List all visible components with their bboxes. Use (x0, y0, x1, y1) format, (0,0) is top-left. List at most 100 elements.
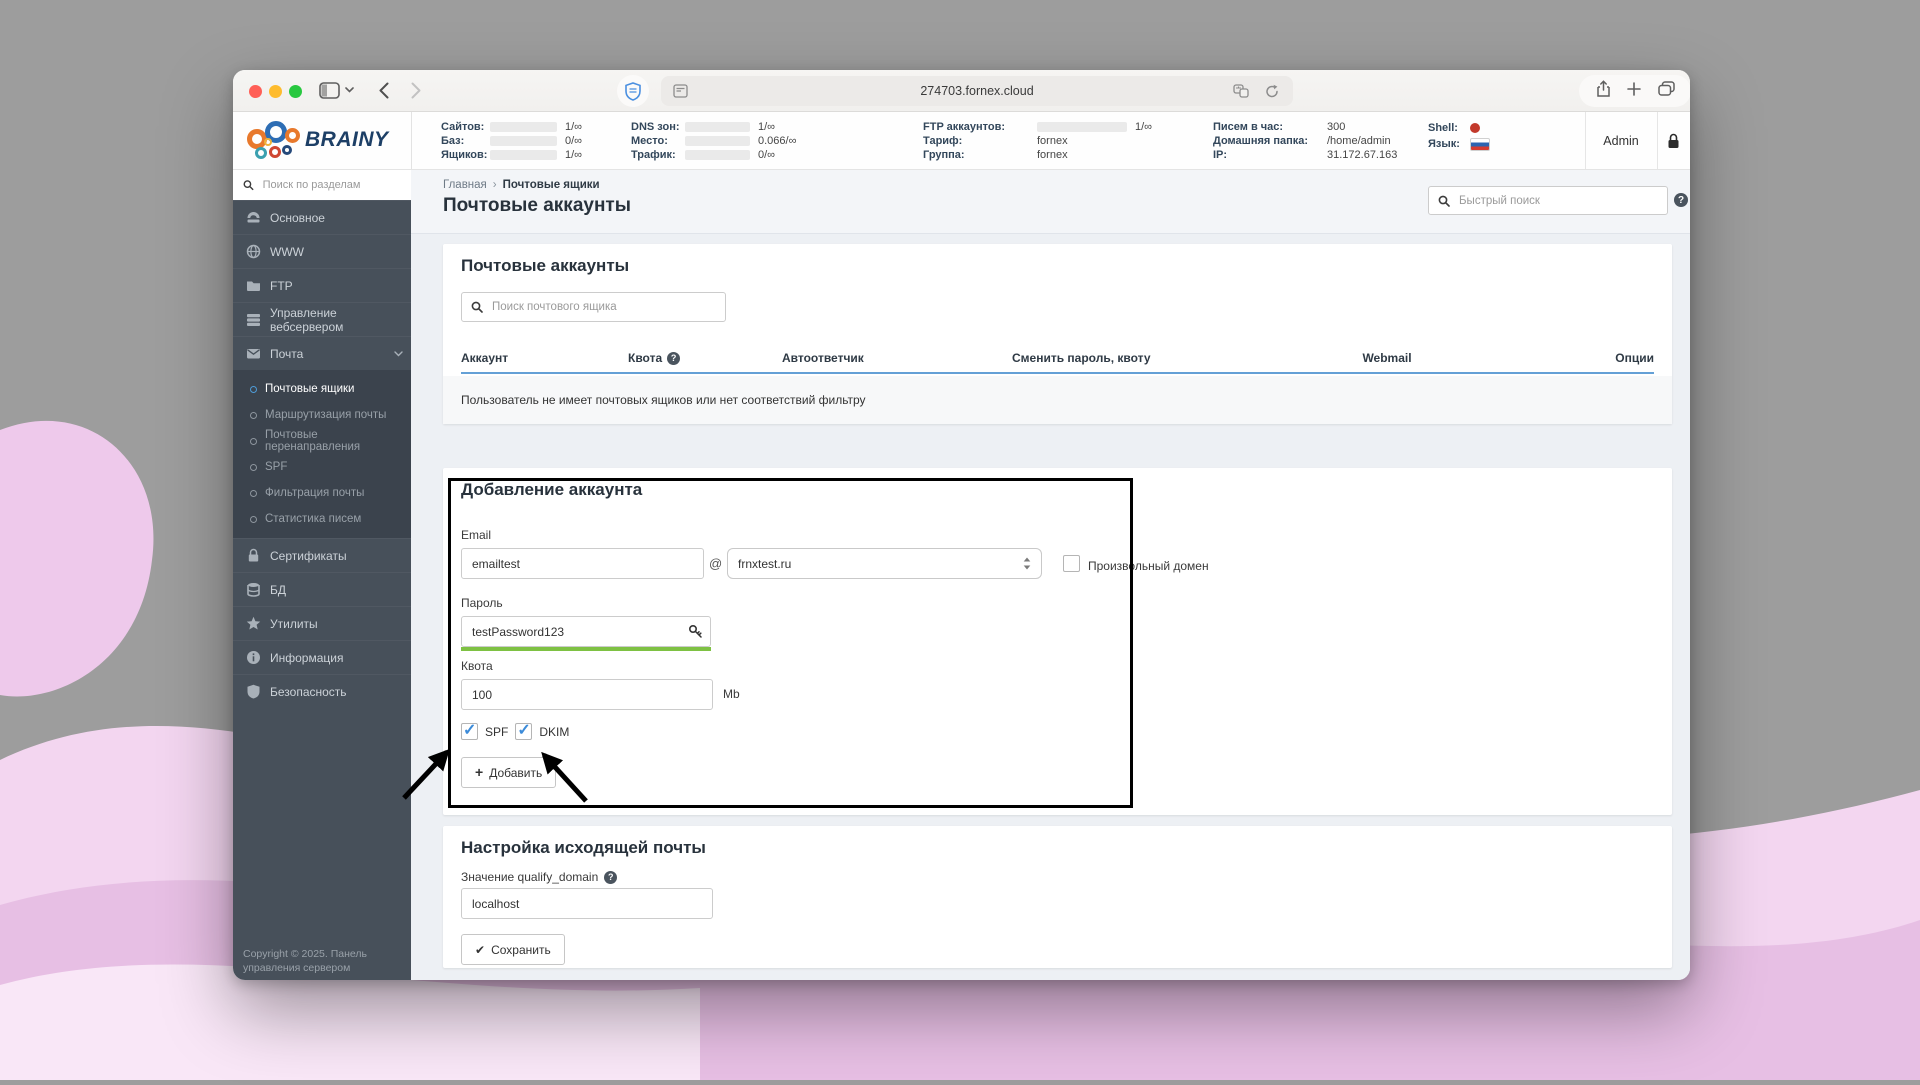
dkim-checkbox[interactable] (515, 720, 533, 740)
search-icon (243, 180, 254, 191)
sidebar-subitem-mail-routing[interactable]: Маршрутизация почты (233, 402, 411, 428)
sidebar-search[interactable] (233, 170, 411, 200)
column-header-account: Аккаунт (461, 351, 509, 365)
domain-select[interactable]: frnxtest.ru (727, 548, 1042, 579)
qualify-domain-field[interactable] (461, 888, 713, 919)
sidebar-item-www[interactable]: WWW (233, 234, 411, 268)
stat-label: Группа: (923, 149, 965, 161)
sidebar-subitem-mailboxes[interactable]: Почтовые ящики (233, 376, 411, 402)
reload-icon[interactable] (1265, 84, 1279, 104)
sidebar-nav: Основное WWW FTP Управление вебсервером … (233, 170, 411, 980)
stat-label: Ящиков: (441, 149, 488, 161)
share-icon[interactable] (1596, 79, 1611, 103)
sidebar-item-ftp[interactable]: FTP (233, 268, 411, 302)
back-button[interactable] (379, 82, 389, 99)
user-menu[interactable]: Admin (1585, 112, 1657, 169)
stat-label: FTP аккаунтов: (923, 121, 1006, 133)
custom-domain-checkbox[interactable] (1063, 555, 1080, 572)
save-button[interactable]: Сохранить (461, 934, 565, 965)
privacy-shield-icon[interactable] (617, 75, 649, 107)
quota-field[interactable] (461, 679, 713, 710)
stat-label: IP: (1213, 149, 1228, 161)
stat-label: Язык: (1428, 138, 1460, 150)
lock-icon (248, 548, 259, 562)
password-field[interactable] (461, 616, 711, 647)
stat-label: Домашняя папка: (1213, 135, 1309, 147)
email-label: Email (461, 528, 492, 542)
usage-bar (490, 122, 557, 132)
divider (1657, 112, 1658, 169)
logo-gear-red (269, 146, 281, 158)
sidebar-toggle-icon[interactable] (319, 82, 340, 99)
generate-password-key-icon[interactable] (688, 624, 703, 644)
stat-value: 1/∞ (758, 121, 776, 133)
close-window-button[interactable] (249, 85, 262, 98)
sidebar-item-webserver[interactable]: Управление вебсервером (233, 302, 411, 336)
shield-icon (247, 684, 260, 699)
logo-gear-navy (282, 145, 292, 155)
quick-search[interactable] (1428, 186, 1668, 215)
sidebar-subitem-mail-filtering[interactable]: Фильтрация почты (233, 480, 411, 506)
quick-search-input[interactable] (1457, 193, 1658, 208)
forward-button[interactable] (411, 82, 421, 99)
add-account-card: Добавление аккаунта Email @ frnxtest.ru … (443, 468, 1672, 815)
sidebar-item-certificates[interactable]: Сертификаты (233, 538, 411, 572)
chevron-down-icon[interactable] (345, 87, 354, 93)
plus-icon (475, 765, 483, 780)
stats-column-mail: Писем в час: 300 Домашняя папка: /home/adm… (1213, 120, 1397, 162)
help-icon[interactable] (1674, 193, 1688, 207)
sidebar-subitem-spf[interactable]: SPF (233, 454, 411, 480)
translate-icon[interactable] (1233, 84, 1249, 103)
bullet-icon (250, 463, 257, 471)
sidebar-item-utilities[interactable]: Утилиты (233, 606, 411, 640)
logout-lock-icon[interactable] (1667, 133, 1680, 154)
browser-window: 274703.fornex.cloud BRAINY Сайтов: 1/∞ Б… (233, 70, 1690, 980)
sidebar-subitem-label: Почтовые ящики (265, 383, 355, 395)
sidebar-item-main[interactable]: Основное (233, 200, 411, 234)
russian-flag-icon[interactable] (1470, 137, 1490, 151)
minimize-window-button[interactable] (269, 85, 282, 98)
brainy-logo[interactable]: BRAINY (247, 119, 407, 163)
stat-value: 1/∞ (565, 121, 583, 133)
account-stats-header: BRAINY Сайтов: 1/∞ Баз: 0/∞ Ящиков: 1/∞ DNS… (233, 112, 1690, 170)
breadcrumb-home-link[interactable]: Главная (443, 179, 487, 191)
stat-label: Сайтов: (441, 121, 485, 133)
help-icon[interactable] (667, 351, 681, 365)
sidebar-item-security[interactable]: Безопасность (233, 674, 411, 708)
sidebar-subitem-mail-forwarding[interactable]: Почтовые перенаправления (233, 428, 411, 454)
chevron-down-icon (394, 350, 403, 356)
mailbox-search-input[interactable] (490, 300, 716, 314)
domain-select-value: frnxtest.ru (738, 556, 792, 571)
mailbox-search[interactable] (461, 292, 726, 322)
select-stepper-icon (1023, 557, 1031, 570)
dkim-label: DKIM (539, 724, 570, 739)
sidebar-subitem-mail-statistics[interactable]: Статистика писем (233, 506, 411, 532)
qualify-domain-label: Значение qualify_domain (461, 870, 599, 884)
sidebar-item-label: Основное (270, 210, 325, 225)
tab-overview-icon[interactable] (1657, 81, 1675, 101)
new-tab-icon[interactable] (1627, 81, 1641, 101)
usage-bar (1037, 122, 1127, 132)
sidebar-search-input[interactable] (260, 178, 401, 192)
zoom-window-button[interactable] (289, 85, 302, 98)
stat-label: Место: (631, 135, 668, 147)
logo-gear-teal (255, 147, 267, 159)
help-icon[interactable] (604, 870, 618, 884)
add-account-button[interactable]: Добавить (461, 757, 557, 788)
email-field[interactable] (461, 548, 704, 579)
breadcrumb-current: Почтовые ящики (502, 179, 600, 191)
stat-value: 1/∞ (565, 149, 583, 161)
column-header-webmail: Webmail (1362, 351, 1412, 365)
sidebar-item-information[interactable]: Информация (233, 640, 411, 674)
sidebar-item-mail[interactable]: Почта (233, 336, 411, 370)
reader-mode-icon[interactable] (673, 84, 688, 103)
card-heading: Почтовые аккаунты (461, 256, 630, 275)
logo-gear-orange-small (285, 128, 300, 143)
stat-label: Трафик: (631, 149, 676, 161)
search-icon (1438, 195, 1450, 207)
sidebar-item-db[interactable]: БД (233, 572, 411, 606)
spf-checkbox[interactable] (461, 720, 478, 740)
usage-bar (490, 136, 557, 146)
stat-value: fornex (1037, 149, 1068, 161)
address-bar[interactable]: 274703.fornex.cloud (661, 76, 1293, 106)
